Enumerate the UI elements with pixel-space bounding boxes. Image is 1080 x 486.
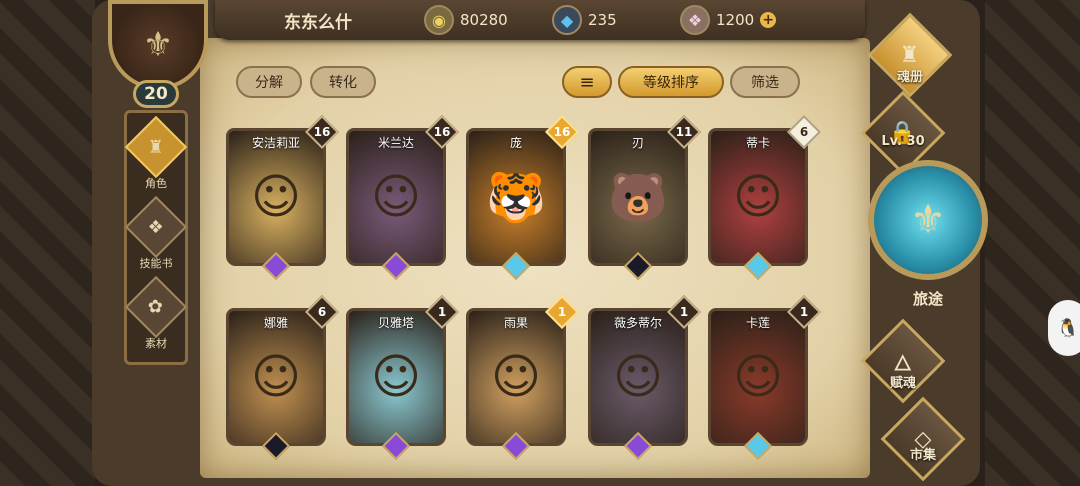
player-level: 20	[133, 80, 179, 108]
market-label: 市集	[909, 448, 936, 463]
skill-book-icon: ❖	[124, 195, 188, 259]
sort-order-button[interactable]: ≡	[562, 66, 612, 98]
shard-count: 16	[553, 125, 571, 139]
shard-count: 6	[799, 125, 809, 139]
shard-count: 6	[317, 305, 327, 319]
market-button[interactable]: ◇ 市集	[873, 396, 973, 482]
journey-label: 旅途	[912, 290, 943, 308]
pink-gem-icon: ❖	[680, 5, 710, 35]
helmet-icon: ♜	[124, 115, 188, 179]
character-card[interactable]: 🐻 刃 11	[588, 115, 701, 281]
soul-book-label: 魂册	[896, 70, 923, 85]
character-card[interactable]: 🐯 庞 16	[466, 115, 579, 281]
shard-count: 16	[433, 125, 451, 139]
blue-crystal-icon: ◆	[552, 5, 582, 35]
shard-count: 1	[557, 305, 567, 319]
background-right	[985, 0, 1080, 486]
nav-item-characters[interactable]: ♜ 角色	[124, 115, 188, 190]
journey-crest-icon: ⚜	[868, 160, 988, 280]
shard-count: 11	[675, 125, 693, 139]
background-left	[0, 0, 95, 486]
locked-feature-button[interactable]: 🔒 Lv. 30	[853, 90, 953, 176]
character-card[interactable]: ☺ 贝雅塔 1	[346, 295, 459, 461]
material-icon: ✿	[124, 275, 188, 339]
floating-assistant-icon[interactable]: 🐧	[1048, 300, 1080, 356]
nav-item-materials[interactable]: ✿ 素材	[124, 275, 188, 350]
level-sort-button[interactable]: 等级排序	[618, 66, 724, 98]
character-card[interactable]: ☺ 薇多蒂尔 1	[588, 295, 701, 461]
character-card[interactable]: ☺ 蒂卡 6	[708, 115, 821, 281]
crest-icon: ⚜	[108, 0, 208, 90]
character-card[interactable]: ☺ 雨果 1	[466, 295, 579, 461]
character-card[interactable]: ☺ 米兰达 16	[346, 115, 459, 281]
player-name: 东东么什	[284, 13, 352, 33]
nav-item-skill-books[interactable]: ❖ 技能书	[124, 195, 188, 270]
side-nav: ♜ 角色 ❖ 技能书 ✿ 素材	[124, 110, 188, 365]
add-gems-button[interactable]: +	[760, 12, 777, 28]
crystal-currency: ◆ 235	[552, 4, 617, 36]
character-card[interactable]: ☺ 娜雅 6	[226, 295, 339, 461]
locked-level-label: Lv. 30	[881, 134, 925, 149]
gem-currency: ❖ 1200 +	[680, 4, 777, 36]
crystal-value: 235	[588, 11, 617, 29]
decompose-button[interactable]: 分解	[236, 66, 302, 98]
journey-button[interactable]: ⚜ 旅途	[868, 160, 988, 310]
gold-coin-icon: ◉	[424, 5, 454, 35]
convert-button[interactable]: 转化	[310, 66, 376, 98]
soul-book-button[interactable]: ♜ 魂册	[860, 12, 960, 98]
shard-count: 1	[679, 305, 689, 319]
gold-value: 80280	[460, 11, 508, 29]
market-gem-icon: ◇	[880, 396, 966, 482]
gem-value: 1200	[716, 11, 755, 29]
filter-button[interactable]: 筛选	[730, 66, 800, 98]
shard-count: 1	[799, 305, 809, 319]
gold-currency: ◉ 80280	[424, 4, 508, 36]
endow-soul-label: 赋魂	[889, 376, 916, 391]
character-card[interactable]: ☺ 安洁莉亚 16	[226, 115, 339, 281]
endow-soul-button[interactable]: 🜂 赋魂	[853, 318, 953, 404]
character-card[interactable]: ☺ 卡莲 1	[708, 295, 821, 461]
shard-count: 16	[313, 125, 331, 139]
shard-count: 1	[437, 305, 447, 319]
